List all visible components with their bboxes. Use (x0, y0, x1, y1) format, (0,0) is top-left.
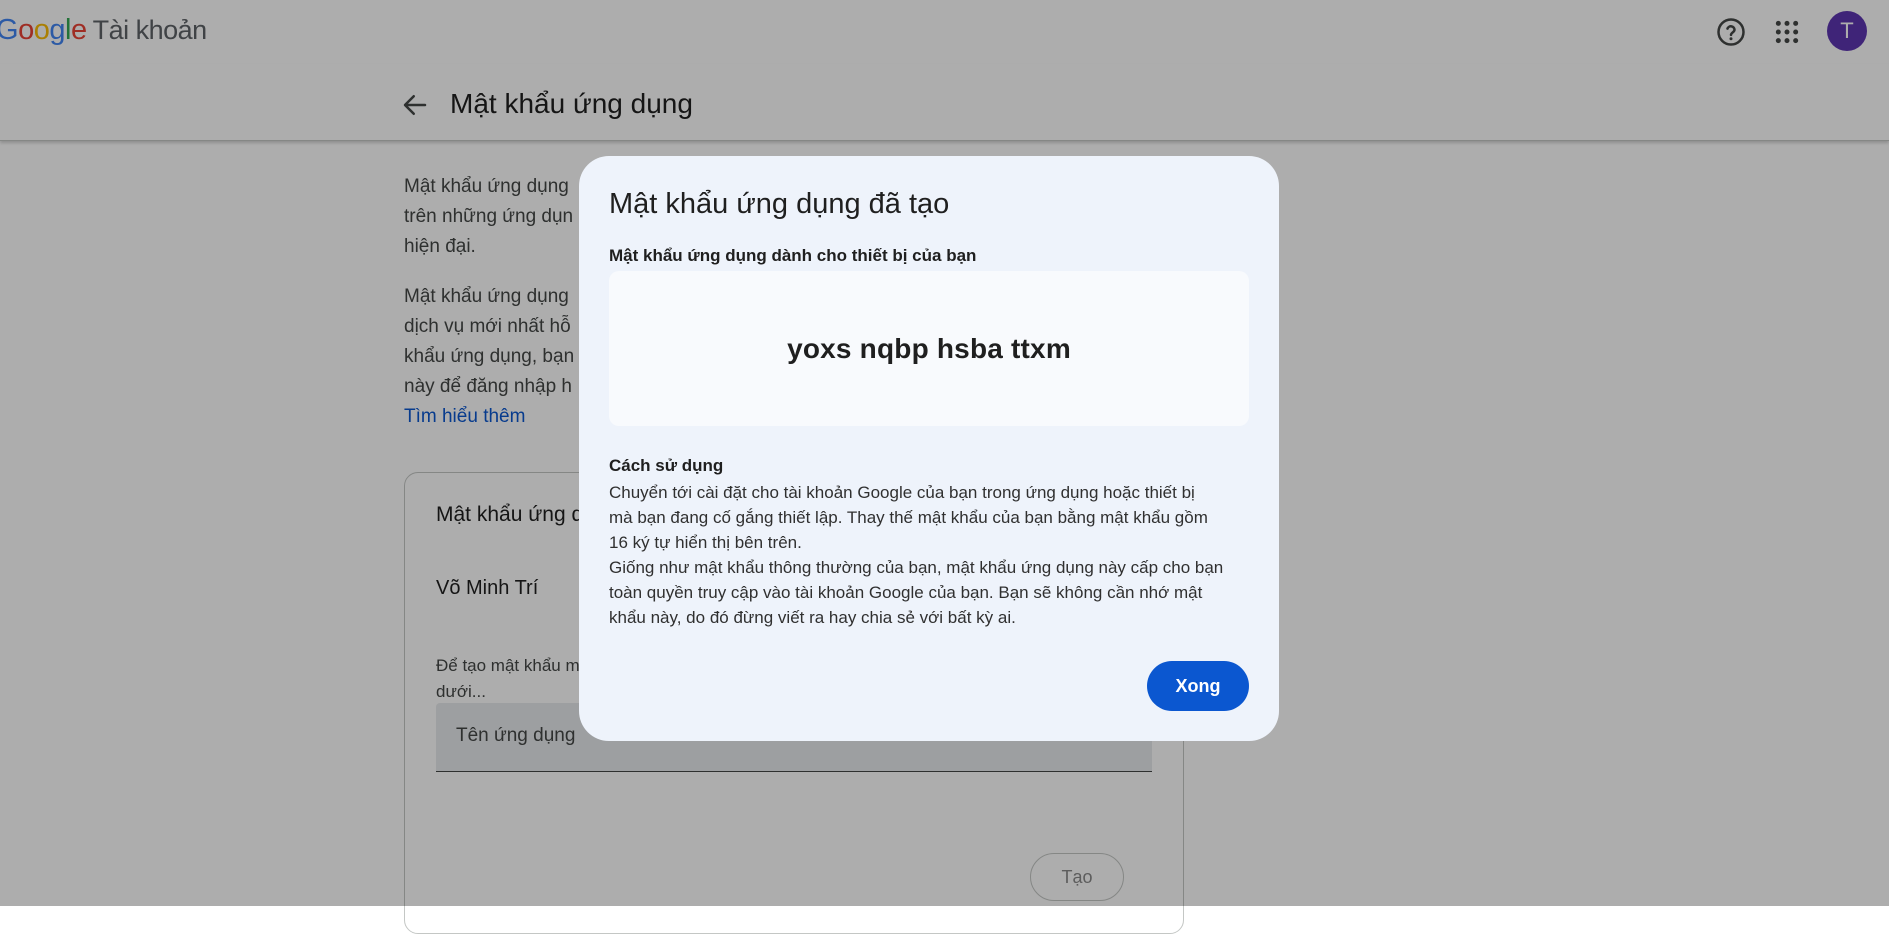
usage-line: Giống như mật khẩu thông thường của bạn,… (609, 558, 1224, 577)
dialog-title: Mật khẩu ứng dụng đã tạo (609, 188, 950, 220)
usage-title: Cách sử dụng (609, 456, 724, 475)
done-button[interactable]: Xong (1147, 661, 1249, 711)
usage-line: khẩu này, do đó đừng viết ra hay chia sẻ… (609, 608, 1016, 627)
usage-line: Chuyển tới cài đặt cho tài khoản Google … (609, 483, 1195, 502)
usage-line: mà bạn đang cố gắng thiết lập. Thay thế … (609, 508, 1208, 527)
usage-line: 16 ký tự hiển thị bên trên. (609, 533, 802, 552)
generated-password[interactable]: yoxs nqbp hsba ttxm (609, 271, 1249, 426)
usage-instructions: Chuyển tới cài đặt cho tài khoản Google … (609, 480, 1259, 630)
generated-password-dialog: Mật khẩu ứng dụng đã tạo Mật khẩu ứng dụ… (579, 156, 1279, 741)
password-box: yoxs nqbp hsba ttxm (609, 271, 1249, 426)
usage-line: toàn quyền truy cập vào tài khoản Google… (609, 583, 1203, 602)
dialog-subtitle: Mật khẩu ứng dụng dành cho thiết bị của … (609, 246, 977, 265)
